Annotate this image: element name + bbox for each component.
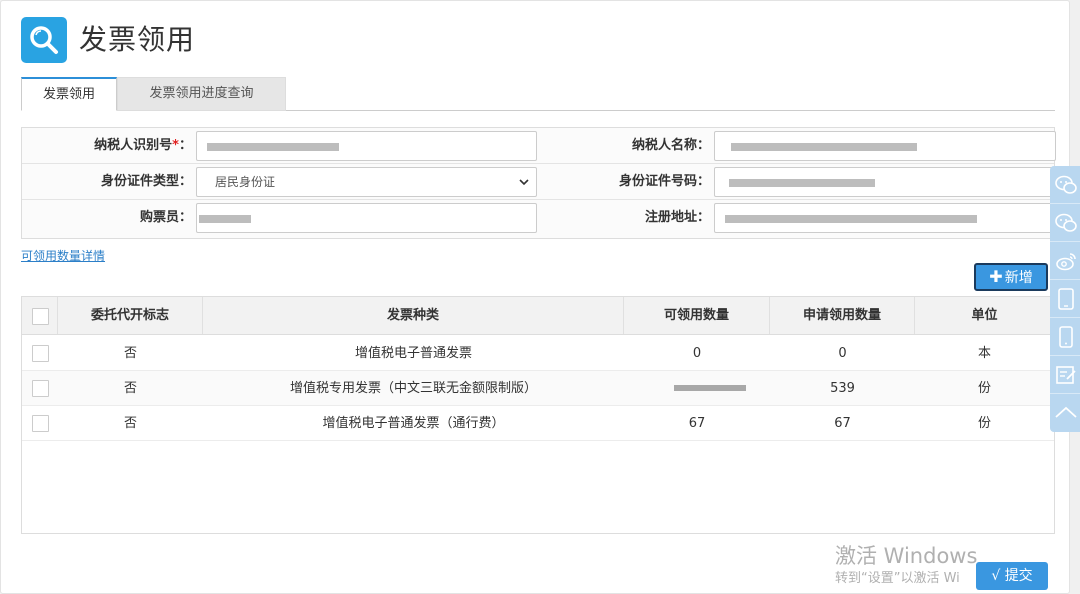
header-requested: 申请领用数量 [770, 297, 915, 334]
cell-available: 67 [688, 416, 706, 431]
select-all-checkbox[interactable] [32, 308, 49, 325]
taxpayer-form: 纳税人识别号*： 纳税人名称： 身份证件类型： 居民身份证 身份证件号码： 购票… [21, 127, 1056, 239]
tablet-icon[interactable] [1050, 280, 1080, 318]
chevron-up-icon[interactable] [1050, 394, 1080, 432]
address-label: 注册地址： [644, 210, 710, 225]
header-available: 可领用数量 [624, 297, 770, 334]
cell-available [624, 371, 770, 405]
invoice-table: 委托代开标志 发票种类 可领用数量 申请领用数量 单位 否 增值税电子普通发票 … [21, 296, 1055, 534]
header-invoice-type: 发票种类 [203, 297, 624, 334]
cell-invoice-type: 增值税电子普通发票（通行费） [322, 416, 505, 431]
taxpayer-id-field[interactable] [196, 131, 537, 161]
form-row: 纳税人识别号*： 纳税人名称： [22, 128, 1056, 164]
cell-requested: 0 [838, 346, 847, 361]
weibo-icon[interactable] [1050, 242, 1080, 280]
header-checkbox-cell [22, 297, 58, 334]
main-panel: 发票领用 发票领用 发票领用进度查询 纳税人识别号*： 纳税人名称： 身份证件类… [0, 0, 1070, 594]
form-row: 购票员： 注册地址： [22, 200, 1056, 236]
table-row[interactable]: 否 增值税电子普通发票（通行费） 67 67 份 [22, 406, 1054, 441]
taxpayer-name-field[interactable] [714, 131, 1056, 161]
cell-delegated: 否 [123, 416, 137, 431]
taxpayer-id-label: 纳税人识别号*： [94, 138, 192, 153]
buyer-label: 购票员： [139, 210, 192, 225]
cell-delegated: 否 [123, 346, 137, 361]
cell-delegated: 否 [123, 381, 137, 396]
wechat-icon[interactable] [1050, 166, 1080, 204]
redacted-value [674, 385, 746, 391]
redacted-value [731, 143, 917, 151]
id-number-field[interactable] [714, 167, 1056, 197]
cell-invoice-type: 增值税专用发票（中文三联无金额限制版） [289, 381, 537, 396]
check-icon: √ [991, 568, 1001, 584]
cell-unit: 份 [977, 381, 991, 396]
search-icon [21, 17, 67, 63]
tab-invoice-receive[interactable]: 发票领用 [21, 77, 117, 111]
cell-requested: 67 [834, 416, 851, 431]
cell-available: 0 [692, 346, 702, 361]
id-number-label: 身份证件号码： [618, 174, 710, 189]
tab-bar: 发票领用 发票领用进度查询 [21, 77, 1055, 111]
edit-icon[interactable] [1050, 356, 1080, 394]
row-checkbox[interactable] [32, 345, 49, 362]
table-header: 委托代开标志 发票种类 可领用数量 申请领用数量 单位 [22, 297, 1054, 335]
chevron-down-icon [519, 179, 529, 186]
id-type-label: 身份证件类型： [100, 174, 192, 189]
cell-unit: 本 [977, 346, 991, 361]
id-type-select[interactable]: 居民身份证 [196, 167, 537, 197]
table-row[interactable]: 否 增值税电子普通发票 0 0 本 [22, 336, 1054, 371]
form-row: 身份证件类型： 居民身份证 身份证件号码： [22, 164, 1056, 200]
add-button[interactable]: ✚ 新增 [974, 263, 1048, 291]
buyer-field[interactable] [196, 203, 537, 233]
available-quantity-detail-link[interactable]: 可领用数量详情 [21, 247, 105, 264]
cell-requested: 539 [830, 381, 855, 396]
phone-icon[interactable] [1050, 318, 1080, 356]
watermark-line2: 转到“设置”以激活 Wi [835, 571, 960, 586]
cell-unit: 份 [977, 416, 991, 431]
watermark-line1: 激活 Windows [835, 544, 978, 568]
redacted-value [199, 215, 251, 223]
row-checkbox[interactable] [32, 380, 49, 397]
redacted-value [725, 215, 977, 223]
cell-invoice-type: 增值税电子普通发票 [354, 346, 472, 361]
taxpayer-name-label: 纳税人名称： [631, 138, 710, 153]
tab-receive-progress[interactable]: 发票领用进度查询 [117, 77, 286, 111]
address-field[interactable] [714, 203, 1056, 233]
submit-button[interactable]: √ 提交 [976, 562, 1048, 590]
page-title: 发票领用 [79, 23, 196, 56]
wechat-icon[interactable] [1050, 204, 1080, 242]
row-checkbox[interactable] [32, 415, 49, 432]
header-unit: 单位 [971, 308, 998, 323]
redacted-value [207, 143, 339, 151]
floating-sidebar [1050, 166, 1080, 432]
redacted-value [729, 179, 875, 187]
plus-icon: ✚ [989, 267, 1003, 286]
id-type-value: 居民身份证 [215, 175, 276, 189]
table-row[interactable]: 否 增值税专用发票（中文三联无金额限制版） 539 份 [22, 371, 1054, 406]
windows-activation-watermark: 激活 Windows 转到“设置”以激活 Wi [835, 543, 977, 589]
required-mark: * [172, 138, 179, 153]
header-delegated: 委托代开标志 [58, 297, 203, 334]
